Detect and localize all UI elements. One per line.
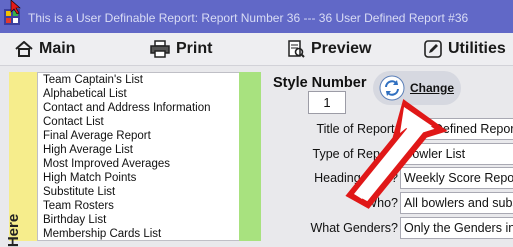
list-scroll-strip — [239, 72, 261, 241]
preview-button[interactable]: Preview — [287, 37, 371, 61]
what-genders-field[interactable]: Only the Genders in — [400, 217, 513, 239]
pencil-icon — [424, 40, 442, 58]
list-item[interactable]: Birthday List — [43, 214, 106, 226]
list-item[interactable]: Final Average Report — [43, 130, 151, 142]
type-of-report-label: Type of Report: — [312, 147, 398, 161]
list-item[interactable]: Team Rosters — [43, 200, 114, 212]
print-label: Print — [176, 40, 213, 57]
title-bar: This is a User Definable Report: Report … — [0, 0, 513, 33]
home-icon — [15, 41, 33, 57]
what-genders-label: What Genders? — [310, 221, 398, 235]
list-item[interactable]: Contact and Address Information — [43, 102, 211, 114]
list-item[interactable]: High Match Points — [43, 172, 136, 184]
preview-label: Preview — [311, 40, 372, 57]
title-of-report-label: Title of Report: — [316, 122, 398, 136]
preview-icon — [288, 40, 305, 58]
style-number-label: Style Number — [273, 75, 367, 91]
list-item[interactable]: Contact List — [43, 116, 104, 128]
list-item[interactable]: Most Improved Averages — [43, 158, 170, 170]
type-of-report-field[interactable]: Bowler List — [400, 143, 513, 165]
heading-type-field[interactable]: Weekly Score Report — [400, 167, 513, 189]
list-item[interactable]: Membership Cards List — [43, 228, 161, 240]
main-label: Main — [39, 40, 76, 57]
printer-icon — [150, 40, 170, 58]
list-item[interactable]: Alphabetical List — [43, 88, 127, 100]
heading-type-label: Heading Type? — [314, 171, 398, 185]
change-button[interactable]: Change — [373, 71, 461, 105]
who-label: Who? — [365, 196, 398, 210]
utilities-button[interactable]: Utilities — [424, 37, 506, 61]
main-button[interactable]: Main — [15, 37, 75, 61]
mouse-cursor-icon — [10, 0, 21, 14]
report-list[interactable]: Team Captain's List Alphabetical List Co… — [37, 72, 239, 241]
who-field[interactable]: All bowlers and subs — [400, 192, 513, 214]
refresh-icon — [379, 75, 405, 101]
list-item[interactable]: High Average List — [43, 144, 133, 156]
list-item[interactable]: Substitute List — [43, 186, 115, 198]
print-button[interactable]: Print — [150, 37, 212, 61]
list-side-strip: Here — [5, 72, 37, 247]
list-item[interactable]: Team Captain's List — [43, 74, 143, 86]
utilities-label: Utilities — [448, 40, 506, 57]
change-label: Change — [410, 81, 455, 95]
title-of-report-field[interactable]: User Defined Report #36 — [400, 118, 513, 140]
list-side-label: Here — [5, 213, 23, 247]
window-title: This is a User Definable Report: Report … — [28, 11, 469, 25]
style-number-input[interactable]: 1 — [308, 91, 346, 114]
toolbar: Main Print Preview Utilities — [0, 33, 513, 66]
